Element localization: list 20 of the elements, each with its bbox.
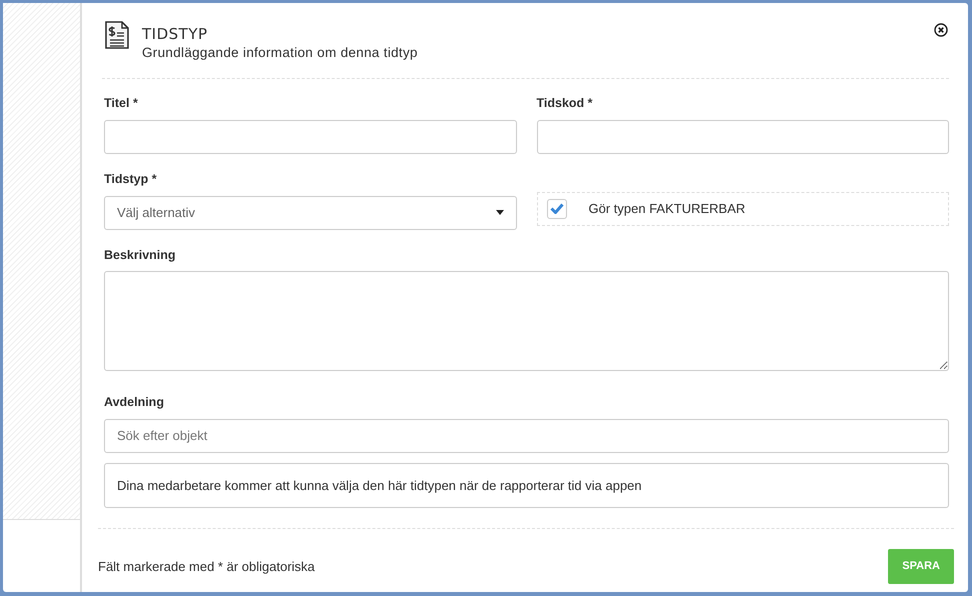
field-label: Beskrivning — [104, 246, 177, 264]
text-field[interactable] — [104, 120, 516, 154]
checkbox[interactable] — [546, 198, 566, 219]
info-message: Dina medarbetare kommer att kunna välja den här tidtypen när de rapporterar tid via appen — [104, 462, 949, 508]
checkmark-icon — [550, 203, 564, 214]
caret-icon — [496, 210, 504, 215]
invoice-icon — [104, 21, 130, 49]
search-field[interactable]: Sök efter objekt — [104, 418, 949, 452]
field-label: Tidstyp * — [104, 170, 158, 188]
close-icon[interactable] — [934, 23, 948, 37]
field-label: Avdelning — [104, 394, 165, 411]
text-field[interactable] — [536, 120, 949, 154]
dialog-title: TIDSTYP — [142, 25, 209, 43]
checkbox-label: Gör typen FAKTURERBAR — [588, 200, 746, 218]
dialog-subtitle: Grundläggande information om denna tidtyp — [142, 44, 418, 62]
required-note: Fält markerade med * är obligatoriska — [98, 558, 315, 576]
select-field[interactable]: Välj alternativ — [104, 196, 516, 230]
field-label: Tidskod * — [536, 95, 594, 112]
field-label: Titel * — [104, 95, 139, 112]
description-field[interactable] — [104, 271, 949, 372]
